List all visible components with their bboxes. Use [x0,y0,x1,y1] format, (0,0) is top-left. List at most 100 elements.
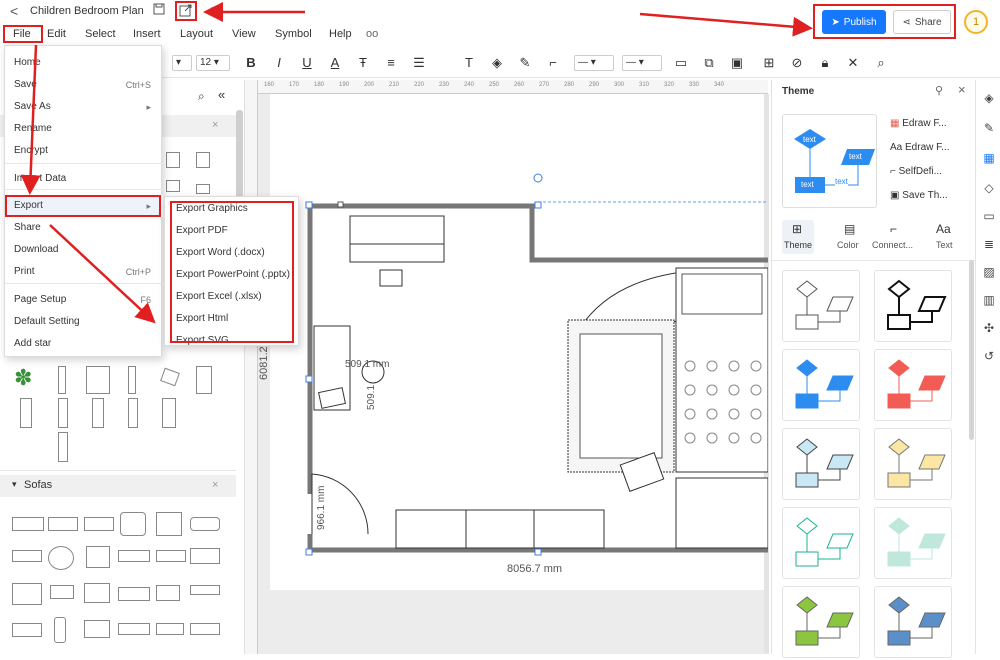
theme-card[interactable] [874,507,952,579]
menu-edit[interactable]: Edit [47,28,66,40]
theme-card[interactable] [782,270,860,342]
menu-help[interactable]: Help [329,28,352,40]
glasses-icon[interactable]: oo [366,28,378,40]
theme-preview[interactable]: text text text text [782,114,877,208]
sofa-shape[interactable] [12,623,42,637]
tab-theme[interactable]: ⊞ Theme [782,220,814,254]
sofa-shape[interactable] [86,546,110,568]
shape-item[interactable] [160,367,180,387]
layers-icon[interactable]: ◇ [981,180,997,196]
theme-card[interactable] [874,428,952,500]
sofa-shape[interactable] [12,550,42,562]
menu-file[interactable]: File [3,25,43,43]
shape-item[interactable] [196,366,212,394]
theme-option[interactable]: ▣ Save Th... [890,190,948,201]
sofa-shape[interactable] [190,517,220,531]
distribute-icon[interactable]: ⊞ [760,54,778,72]
file-menu-item-page-setup[interactable]: Page Setup F6 [5,289,163,311]
file-menu-item-add-star[interactable]: Add star [5,333,163,355]
font-size-select[interactable]: 12 ▾ [196,55,230,71]
line-color-icon[interactable]: ✎ [516,54,534,72]
text-style-icon[interactable]: Ŧ [354,54,372,72]
arrange-icon[interactable]: ▭ [672,54,690,72]
tab-color[interactable]: ▤ Color [834,220,866,254]
tab-text[interactable]: Aa Text [928,220,960,254]
sofa-shape[interactable] [156,512,182,536]
sofa-shape[interactable] [118,550,150,562]
fill-icon[interactable]: ◈ [488,54,506,72]
document-title[interactable]: Children Bedroom Plan [30,5,144,17]
theme-card[interactable] [874,270,952,342]
replace-icon[interactable]: ⊘ [788,54,806,72]
fill-icon[interactable]: ◈ [981,90,997,106]
underline-icon[interactable]: U [298,54,316,72]
search-icon[interactable]: ⌕ [198,89,205,104]
file-menu-item-import-data[interactable]: Import Data [5,168,163,190]
sofa-shape[interactable] [84,517,114,531]
scrollbar[interactable] [969,260,974,440]
shape-item[interactable] [58,432,68,462]
shape-item[interactable] [58,398,68,428]
sofa-shape[interactable] [156,623,184,635]
line-spacing-icon[interactable]: ☰ [410,54,428,72]
menu-select[interactable]: Select [85,28,116,40]
save-icon[interactable] [151,3,167,19]
line-weight-select[interactable]: — ▾ [622,55,662,71]
floor-plan[interactable] [270,94,768,590]
theme-card[interactable] [782,507,860,579]
menu-symbol[interactable]: Symbol [275,28,312,40]
theme-card[interactable] [782,586,860,658]
sofa-shape[interactable] [12,517,44,531]
connector-icon[interactable]: ⌐ [544,54,562,72]
file-menu-item-home[interactable]: Home [5,52,163,74]
collapse-icon[interactable]: « [218,87,225,102]
sofa-shape[interactable] [48,517,78,531]
star-icon[interactable]: ☆ [204,3,220,19]
sofas-section-header[interactable]: ▾ Sofas × [0,475,236,497]
close-icon[interactable]: × [212,479,218,491]
close-icon[interactable]: × [958,82,966,97]
theme-card[interactable] [782,428,860,500]
close-icon[interactable]: × [212,119,218,131]
file-menu-item-download[interactable]: Download [5,239,163,261]
italic-icon[interactable]: I [270,54,288,72]
search-icon[interactable]: ⌕ [872,54,890,72]
sofa-shape[interactable] [84,583,110,603]
sofa-shape[interactable] [156,585,180,601]
file-menu-item-share[interactable]: Share [5,217,163,239]
file-menu-item-encrypt[interactable]: Encrypt [5,140,163,162]
shape-item[interactable] [196,184,210,194]
file-menu-item-save[interactable]: Save Ctrl+S [5,74,163,96]
data-icon[interactable]: ≣ [981,236,997,252]
theme-option[interactable]: Aa Edraw F... [890,142,949,153]
sofa-shape[interactable] [12,583,42,605]
theme-card[interactable] [874,349,952,421]
export-icon[interactable] [175,1,197,21]
sofa-shape[interactable] [190,623,220,635]
shape-item[interactable] [196,152,210,168]
lock-icon[interactable]: 🔒︎ [816,54,834,72]
theme-card[interactable] [874,586,952,658]
pin-icon[interactable]: ⚲ [935,84,943,97]
font-family-select[interactable]: ▾ [172,55,192,71]
shape-item[interactable] [58,366,66,394]
file-menu-item-save-as[interactable]: Save As ▸ [5,96,163,118]
sofa-shape[interactable] [120,512,146,536]
line-style-select[interactable]: — ▾ [574,55,614,71]
theme-option[interactable]: ⌐ SelfDefi... [890,166,942,177]
outline-icon[interactable]: ▥ [981,292,997,308]
file-menu-item-default-setting[interactable]: Default Setting [5,311,163,333]
presentation-icon[interactable]: ▭ [981,208,997,224]
sofa-shape[interactable] [48,546,74,570]
menu-layout[interactable]: Layout [180,28,213,40]
sofa-shape[interactable] [50,585,74,599]
plant-icon[interactable]: ✽ [14,365,32,391]
tools-icon[interactable]: ✕ [844,54,862,72]
network-icon[interactable]: ✣ [981,320,997,336]
image-icon[interactable]: ▨ [981,264,997,280]
align-icon[interactable]: ≡ [382,54,400,72]
shape-item[interactable] [162,398,176,428]
sofa-shape[interactable] [190,548,220,564]
size-icon[interactable]: ▣ [728,54,746,72]
sofa-shape[interactable] [84,620,110,638]
